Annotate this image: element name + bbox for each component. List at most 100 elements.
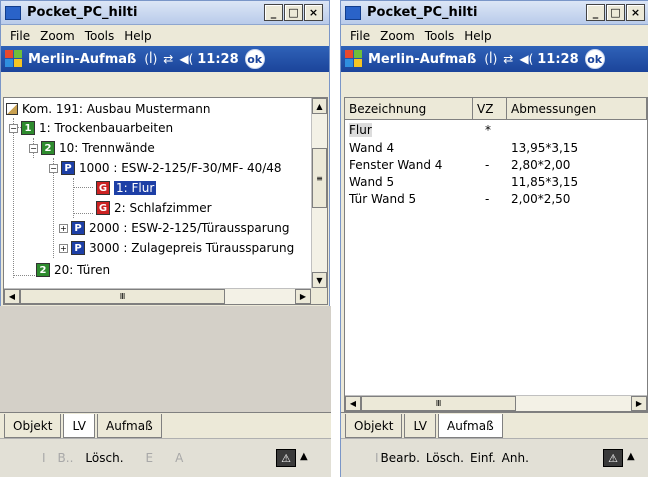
collapse-icon[interactable]: −: [9, 123, 18, 133]
collapse-icon[interactable]: −: [29, 143, 38, 153]
maximize-button[interactable]: □: [606, 4, 625, 21]
close-button[interactable]: ×: [626, 4, 645, 21]
command-i[interactable]: I: [42, 451, 46, 465]
tree-node-tueren[interactable]: 2 20: Türen: [36, 261, 110, 279]
window-title: Pocket_PC_hilti: [367, 5, 478, 20]
expand-icon[interactable]: +: [59, 223, 68, 233]
group-badge: G: [96, 181, 110, 195]
tree-node-root[interactable]: Kom. 191: Ausbau Mustermann: [6, 100, 210, 118]
app-bar: Merlin-Aufmaß (ꟾ) ⇄ ◀( 11:28 ok: [1, 46, 329, 72]
cell-bezeichnung: Wand 5: [349, 175, 395, 189]
scroll-up-button[interactable]: ▲: [312, 98, 327, 114]
menu-file[interactable]: File: [345, 29, 375, 43]
tab-lv[interactable]: LV: [63, 414, 96, 438]
list-row[interactable]: Flur *: [345, 122, 647, 138]
sip-menu-arrow-icon[interactable]: ▲: [627, 451, 635, 462]
tree-node-label: 2000 : ESW-2-125/Türaussparung: [89, 221, 290, 235]
windows-flag-icon[interactable]: [5, 50, 23, 68]
sip-menu-arrow-icon[interactable]: ▲: [300, 451, 308, 462]
command-loesch[interactable]: Lösch.: [85, 451, 123, 465]
tree-node-flur[interactable]: G 1: Flur: [96, 179, 157, 197]
menu-bar: File Zoom Tools Help: [1, 25, 329, 46]
column-header-bezeichnung[interactable]: Bezeichnung: [345, 98, 473, 120]
menu-tools[interactable]: Tools: [80, 29, 120, 43]
menu-help[interactable]: Help: [459, 29, 496, 43]
list-row[interactable]: Fenster Wand 4 - 2,80*2,00: [345, 157, 647, 173]
sip-keyboard-icon[interactable]: ⚠: [276, 449, 296, 467]
command-bearb[interactable]: Bearb.: [381, 451, 420, 465]
app-title: Merlin-Aufmaß: [368, 51, 477, 67]
tree-node-trockenbau[interactable]: − 1 1: Trockenbauarbeiten: [9, 119, 173, 137]
command-einf[interactable]: Einf.: [470, 451, 496, 465]
tab-lv[interactable]: LV: [404, 414, 437, 438]
list-row[interactable]: Wand 4 13,95*3,15: [345, 140, 647, 156]
sync-icon[interactable]: ⇄: [163, 52, 173, 66]
group-badge: G: [96, 201, 110, 215]
command-loesch[interactable]: Lösch.: [426, 451, 464, 465]
tree-node-2000[interactable]: + P 2000 : ESW-2-125/Türaussparung: [59, 219, 289, 237]
scroll-down-button[interactable]: ▼: [312, 272, 327, 288]
measurement-list[interactable]: Bezeichnung VZ Abmessungen Flur * Wand 4…: [344, 97, 648, 412]
ok-button[interactable]: ok: [244, 49, 265, 69]
sync-icon[interactable]: ⇄: [503, 52, 513, 66]
sip-keyboard-icon[interactable]: ⚠: [603, 449, 623, 467]
command-i[interactable]: I: [375, 451, 379, 465]
clock[interactable]: 11:28: [197, 52, 238, 67]
tab-aufmass[interactable]: Aufmaß: [97, 414, 162, 438]
menu-file[interactable]: File: [5, 29, 35, 43]
menu-zoom[interactable]: Zoom: [35, 29, 80, 43]
tree-node-3000[interactable]: + P 3000 : Zulagepreis Türaussparung: [59, 239, 294, 257]
command-anh[interactable]: Anh.: [502, 451, 529, 465]
tree-line: [13, 118, 14, 278]
app-bar: Merlin-Aufmaß (ꟾ) ⇄ ◀( 11:28 ok: [341, 46, 648, 72]
scroll-left-button[interactable]: ◀: [345, 396, 361, 411]
tab-aufmass[interactable]: Aufmaß: [438, 414, 503, 438]
tree-node-label: 20: Türen: [54, 263, 111, 277]
close-button[interactable]: ×: [304, 4, 323, 21]
minimize-button[interactable]: _: [586, 4, 605, 21]
list-row[interactable]: Wand 5 11,85*3,15: [345, 174, 647, 190]
command-bearb[interactable]: B..: [58, 451, 74, 465]
tree-node-schlafzimmer[interactable]: G 2: Schlafzimmer: [96, 199, 212, 217]
app-title: Merlin-Aufmaß: [28, 51, 137, 67]
speaker-icon[interactable]: ◀(: [179, 52, 193, 66]
horizontal-scrollbar[interactable]: ◀ Ⅲ ▶: [345, 395, 647, 411]
expand-icon[interactable]: +: [59, 243, 68, 253]
column-header-abmessungen[interactable]: Abmessungen: [507, 98, 647, 120]
antenna-icon[interactable]: (ꟾ): [484, 52, 497, 66]
speaker-icon[interactable]: ◀(: [519, 52, 533, 66]
windows-flag-icon[interactable]: [345, 50, 363, 68]
tree-node-trennwaende[interactable]: − 2 10: Trennwände: [29, 139, 155, 157]
ok-button[interactable]: ok: [584, 49, 605, 69]
tab-objekt[interactable]: Objekt: [345, 414, 403, 438]
scroll-right-button[interactable]: ▶: [631, 396, 647, 411]
menu-tools[interactable]: Tools: [420, 29, 460, 43]
tab-bar: Objekt LV Aufmaß: [341, 412, 648, 438]
scroll-thumb[interactable]: Ⅲ: [20, 289, 225, 304]
command-einf[interactable]: E: [146, 451, 154, 465]
horizontal-scrollbar[interactable]: ◀ Ⅲ ▶: [4, 288, 311, 304]
tree-view[interactable]: Kom. 191: Ausbau Mustermann − 1 1: Trock…: [3, 97, 328, 305]
scroll-thumb[interactable]: ≡: [312, 148, 327, 208]
minimize-button[interactable]: _: [264, 4, 283, 21]
scroll-left-button[interactable]: ◀: [4, 289, 20, 304]
menu-help[interactable]: Help: [119, 29, 156, 43]
tree-node-1000[interactable]: − P 1000 : ESW-2-125/F-30/MF- 40/48: [49, 159, 282, 177]
list-row[interactable]: Tür Wand 5 - 2,00*2,50: [345, 191, 647, 207]
collapse-icon[interactable]: −: [49, 163, 58, 173]
clock[interactable]: 11:28: [537, 52, 578, 67]
scroll-right-button[interactable]: ▶: [295, 289, 311, 304]
level-badge: 2: [41, 141, 55, 155]
window-icon: [345, 5, 361, 20]
cell-vz: *: [485, 123, 491, 137]
menu-zoom[interactable]: Zoom: [375, 29, 420, 43]
tab-objekt[interactable]: Objekt: [4, 414, 62, 438]
title-bar: Pocket_PC_hilti _ □ ×: [1, 1, 329, 25]
scroll-thumb[interactable]: Ⅲ: [361, 396, 516, 411]
maximize-button[interactable]: □: [284, 4, 303, 21]
column-header-vz[interactable]: VZ: [473, 98, 507, 120]
command-anh[interactable]: A: [175, 451, 183, 465]
antenna-icon[interactable]: (ꟾ): [144, 52, 157, 66]
cell-abmessungen: 11,85*3,15: [511, 175, 579, 189]
vertical-scrollbar[interactable]: ▲ ≡ ▼: [311, 98, 327, 288]
